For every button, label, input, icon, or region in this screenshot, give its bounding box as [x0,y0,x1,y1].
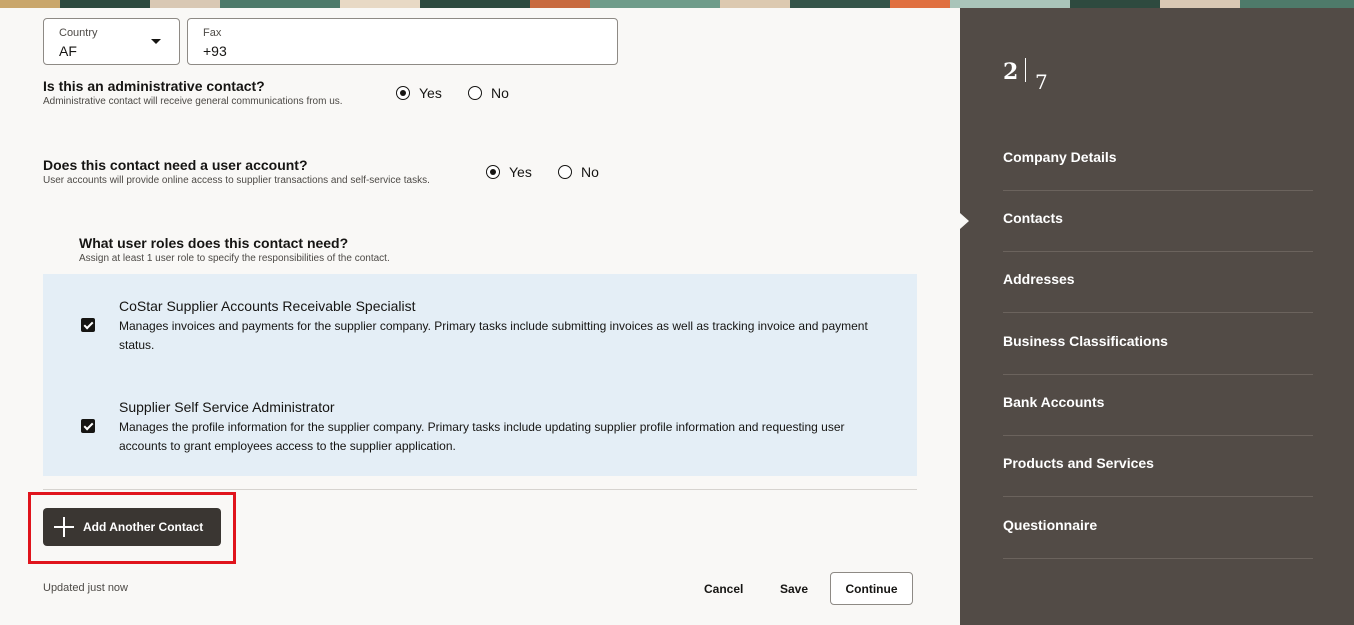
country-select[interactable]: Country AF [43,18,180,65]
step-divider [1025,58,1026,82]
role-description: Manages invoices and payments for the su… [119,319,868,352]
sidebar-item-label: Business Classifications [1003,333,1168,349]
sidebar-item-addresses[interactable]: Addresses [1003,251,1313,313]
admin-radio-yes[interactable]: Yes [396,85,442,101]
sidebar-item-products-and-services[interactable]: Products and Services [1003,435,1313,497]
updated-status: Updated just now [43,582,128,594]
sidebar-item-label: Contacts [1003,210,1063,226]
add-contact-label: Add Another Contact [83,520,204,534]
sidebar-item-business-classifications[interactable]: Business Classifications [1003,313,1313,375]
cancel-button[interactable]: Cancel [704,582,743,596]
country-label: Country [59,27,98,39]
account-radio-yes[interactable]: Yes [486,164,532,180]
admin-question-subtitle: Administrative contact will receive gene… [43,96,343,107]
continue-button[interactable]: Continue [830,572,913,605]
country-value: AF [59,43,77,59]
sidebar-item-label: Questionnaire [1003,517,1098,533]
radio-selected-icon [486,165,500,179]
admin-question-title: Is this an administrative contact? [43,78,265,94]
decorative-banner [0,0,1354,8]
sidebar-item-questionnaire[interactable]: Questionnaire [1003,497,1313,559]
section-divider [43,489,917,490]
add-another-contact-button[interactable]: Add Another Contact [43,508,221,546]
account-question-title: Does this contact need a user account? [43,157,308,173]
checkbox-checked-icon[interactable] [81,419,95,433]
roles-title: What user roles does this contact need? [79,235,349,251]
sidebar-item-bank-accounts[interactable]: Bank Accounts [1003,374,1313,436]
radio-label: Yes [509,164,532,180]
contact-form: Country AF Fax +93 Is this an administra… [0,8,960,625]
radio-label: No [581,164,599,180]
chevron-down-icon[interactable] [151,39,161,44]
role-name: Supplier Self Service Administrator [119,399,335,415]
checkbox-checked-icon[interactable] [81,318,95,332]
radio-unselected-icon [558,165,572,179]
sidebar-item-label: Company Details [1003,149,1117,165]
admin-radio-no[interactable]: No [468,85,509,101]
account-question-subtitle: User accounts will provide online access… [43,175,430,186]
sidebar-item-company-details[interactable]: Company Details [1003,129,1313,191]
radio-selected-icon [396,86,410,100]
active-step-indicator [960,213,969,229]
role-name: CoStar Supplier Accounts Receivable Spec… [119,298,416,314]
fax-field[interactable]: Fax +93 [187,18,618,65]
radio-label: Yes [419,85,442,101]
total-steps: 7 [1035,70,1048,94]
sidebar-item-label: Products and Services [1003,455,1154,471]
radio-label: No [491,85,509,101]
roles-subtitle: Assign at least 1 user role to specify t… [79,253,390,264]
sidebar-item-label: Addresses [1003,271,1075,287]
current-step: 2 [1003,59,1019,85]
role-description: Manages the profile information for the … [119,420,845,453]
save-button[interactable]: Save [780,582,808,596]
plus-icon [54,517,74,537]
account-radio-no[interactable]: No [558,164,599,180]
radio-unselected-icon [468,86,482,100]
fax-value: +93 [203,43,227,59]
sidebar-item-contacts[interactable]: Contacts [1003,190,1313,252]
roles-panel: CoStar Supplier Accounts Receivable Spec… [43,274,917,476]
sidebar-item-label: Bank Accounts [1003,394,1105,410]
fax-label: Fax [203,27,222,39]
progress-sidebar: 2 7 Company Details Contacts Addresses B… [960,8,1354,625]
